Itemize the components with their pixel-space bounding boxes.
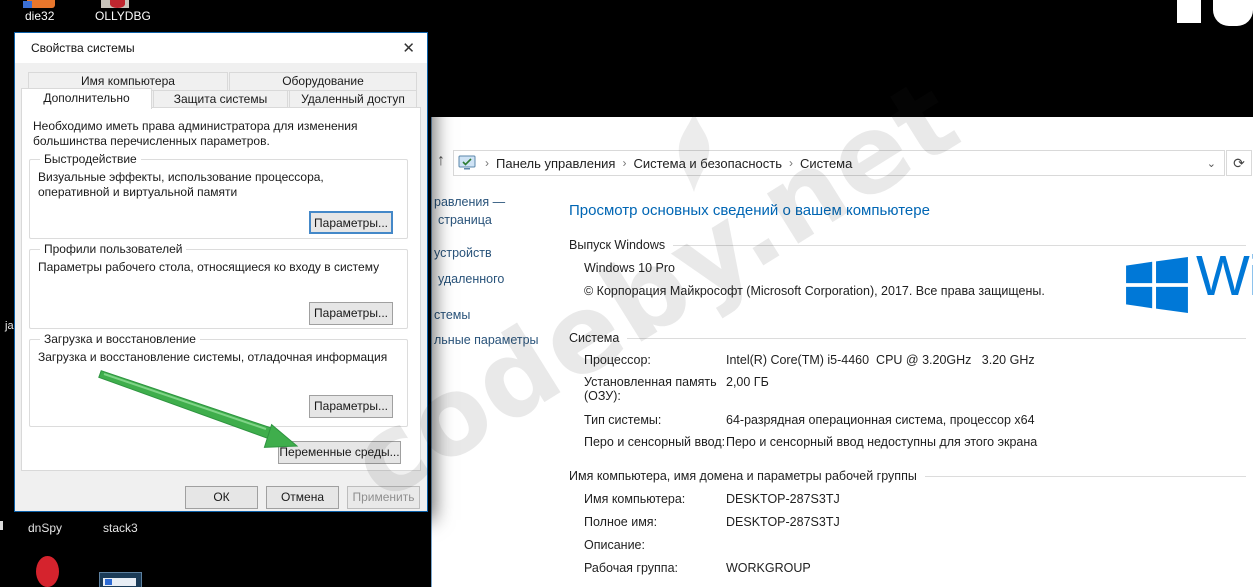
sidebar-item-advanced-fragment[interactable]: льные параметры <box>434 333 539 347</box>
row-label: Описание: <box>584 538 645 552</box>
row-label: Перо и сенсорный ввод: <box>584 435 726 449</box>
windows-logo-icon <box>1126 256 1188 314</box>
address-dropdown-icon[interactable]: ⌄ <box>1207 157 1224 170</box>
breadcrumb-separator-icon: › <box>485 156 489 170</box>
refresh-button[interactable]: ⟳ <box>1226 150 1252 176</box>
performance-settings-button[interactable]: Параметры... <box>309 211 393 234</box>
ollydbg-icon-detail <box>110 0 125 8</box>
desktop-icon-stack3[interactable]: stack3 <box>103 521 138 535</box>
row-value: 2,00 ГБ <box>726 375 769 389</box>
breadcrumb-system-security[interactable]: Система и безопасность <box>633 156 782 171</box>
group-performance-desc: Визуальные эффекты, использование процес… <box>38 170 324 199</box>
row-value: DESKTOP-287S3TJ <box>726 515 840 529</box>
startup-settings-button[interactable]: Параметры... <box>309 395 393 418</box>
windows-logo-text: Wi <box>1196 244 1253 308</box>
cancel-button[interactable]: Отмена <box>266 486 339 509</box>
apply-button: Применить <box>347 486 420 509</box>
copyright-text: © Корпорация Майкрософт (Microsoft Corpo… <box>584 284 1045 298</box>
row-label: Процессор: <box>584 353 651 367</box>
breadcrumb-control-panel[interactable]: Панель управления <box>496 156 615 171</box>
nav-up-icon[interactable]: ↑ <box>437 153 445 169</box>
system-properties-dialog: Свойства системы ✕ Имя компьютера Оборуд… <box>14 32 428 512</box>
sidebar-item-home-fragment[interactable]: равления — <box>434 195 505 209</box>
icon-label-fragment <box>0 521 3 530</box>
dialog-titlebar[interactable]: Свойства системы ✕ <box>15 33 427 63</box>
sidebar-item-home-fragment2[interactable]: страница <box>438 213 492 227</box>
red-app-icon[interactable] <box>36 556 59 587</box>
dialog-title: Свойства системы <box>31 41 135 55</box>
tab-advanced[interactable]: Дополнительно <box>21 88 152 109</box>
windows-edition: Windows 10 Pro <box>584 261 676 275</box>
group-startup-recovery-title: Загрузка и восстановление <box>40 332 200 346</box>
row-value: DESKTOP-287S3TJ <box>726 492 840 506</box>
background-white-glyph <box>1177 0 1201 23</box>
row-label: Установленная память (ОЗУ): <box>584 375 717 403</box>
admin-rights-note: Необходимо иметь права администратора дл… <box>33 119 358 148</box>
section-edition: Выпуск Windows <box>569 238 1246 252</box>
tab-hardware[interactable]: Оборудование <box>229 72 417 91</box>
ok-button[interactable]: ОК <box>185 486 258 509</box>
desktop-icon-dnspy[interactable]: dnSpy <box>28 521 62 535</box>
breadcrumb-separator-icon: › <box>788 156 793 170</box>
row-value: WORKGROUP <box>726 561 811 575</box>
section-computer-name-title: Имя компьютера, имя домена и параметры р… <box>569 469 917 483</box>
row-label: Рабочая группа: <box>584 561 679 575</box>
group-user-profiles-desc: Параметры рабочего стола, относящиеся ко… <box>38 260 380 274</box>
computer-icon <box>458 155 476 170</box>
section-computer-name: Имя компьютера, имя домена и параметры р… <box>569 469 1246 483</box>
section-system-title: Система <box>569 331 620 345</box>
group-startup-recovery-desc: Загрузка и восстановление системы, отлад… <box>38 350 388 364</box>
breadcrumb-separator-icon: › <box>622 156 627 170</box>
section-divider <box>924 475 1246 477</box>
row-value: Intel(R) Core(TM) i5-4460 CPU @ 3.20GHz … <box>726 353 1035 367</box>
row-label: Имя компьютера: <box>584 492 686 506</box>
close-icon[interactable]: ✕ <box>402 39 415 57</box>
sidebar-item-remote-fragment[interactable]: удаленного <box>438 272 504 286</box>
refresh-icon: ⟳ <box>1233 154 1245 171</box>
page-title: Просмотр основных сведений о вашем компь… <box>569 202 930 219</box>
environment-variables-button[interactable]: Переменные среды... <box>278 441 401 464</box>
section-divider <box>673 244 1246 246</box>
section-edition-title: Выпуск Windows <box>569 238 666 252</box>
breadcrumb-system[interactable]: Система <box>800 156 852 171</box>
desktop-icon-ollydbg[interactable]: OLLYDBG <box>95 9 151 23</box>
desktop: die32 OLLYDBG ja dnSpy stack3 ↑ › Панель… <box>0 0 1253 587</box>
desktop-icon-fragment[interactable]: ja <box>5 320 14 332</box>
section-divider <box>627 337 1246 339</box>
row-label: Тип системы: <box>584 413 662 427</box>
stack3-window-icon-detail <box>103 578 136 586</box>
system-window: ↑ › Панель управления › Система и безопа… <box>431 117 1253 587</box>
group-performance-title: Быстродействие <box>40 152 141 166</box>
die32-badge-icon <box>23 1 32 8</box>
stack3-window-icon[interactable] <box>99 572 142 587</box>
background-white-glyph-curve <box>1213 0 1253 26</box>
row-value: 64-разрядная операционная система, проце… <box>726 413 1035 427</box>
profiles-settings-button[interactable]: Параметры... <box>309 302 393 325</box>
group-user-profiles-title: Профили пользователей <box>40 242 187 256</box>
stack3-window-icon-square <box>105 579 112 585</box>
sidebar-item-device-manager-fragment[interactable]: устройств <box>434 246 492 260</box>
row-value: Перо и сенсорный ввод недоступны для это… <box>726 435 1038 449</box>
row-label: Полное имя: <box>584 515 658 529</box>
desktop-icon-die32[interactable]: die32 <box>25 9 54 23</box>
section-system: Система <box>569 331 1246 345</box>
sidebar-item-protection-fragment[interactable]: стемы <box>434 308 470 322</box>
address-bar[interactable]: › Панель управления › Система и безопасн… <box>453 150 1225 176</box>
